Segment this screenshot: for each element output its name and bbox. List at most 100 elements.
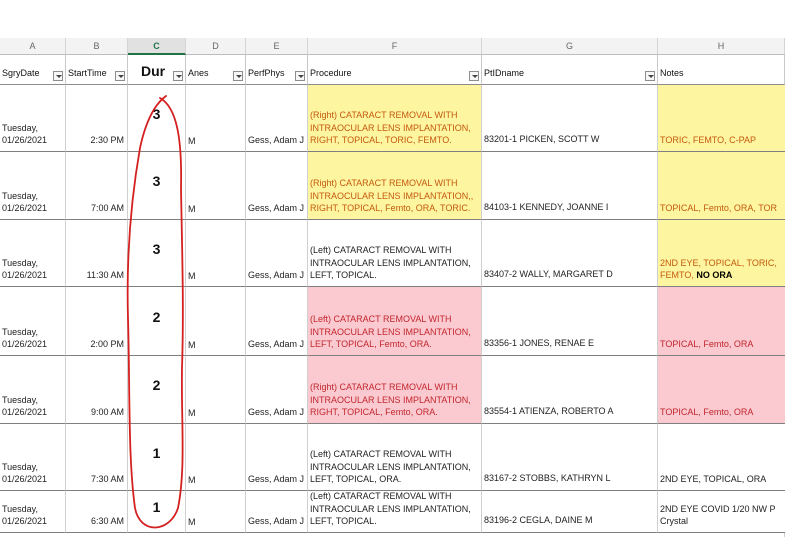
cell-anes[interactable]: M [186, 491, 246, 533]
cell-sgrydate[interactable]: Tuesday, 01/26/2021 [0, 152, 66, 220]
cell-ptidname[interactable]: 83356-1 JONES, RENAE E [482, 287, 658, 356]
spreadsheet-grid[interactable]: A B C D E F G H SgryDate StartTime Dur Anes PerfPhys… [0, 38, 785, 537]
header-ptidname[interactable]: PtIDname [482, 55, 658, 85]
cell-anes[interactable]: M [186, 85, 246, 152]
cell-perfphys[interactable]: Gess, Adam J [246, 287, 308, 356]
notes-value: TORIC, FEMTO, C-PAP [660, 135, 757, 146]
cell-dur[interactable]: 2 [128, 287, 186, 356]
cell-procedure[interactable]: (Left) CATARACT REMOVAL WITH INTRAOCULAR… [308, 220, 482, 287]
notes-value: 2ND EYE COVID 1/20 NW P Crystal [660, 503, 776, 527]
cell-sgrydate[interactable]: Tuesday, 01/26/2021 [0, 356, 66, 424]
cell-starttime[interactable]: 6:30 AM [66, 491, 128, 533]
header-anes[interactable]: Anes [186, 55, 246, 85]
anes-text: M [188, 517, 196, 528]
patient-text: 83554-1 ATIENZA, ROBERTO A [484, 406, 614, 417]
cell-notes[interactable]: 2ND EYE, TOPICAL, TORIC, FEMTO, NO ORA [658, 220, 785, 287]
patient-text: 83196-2 CEGLA, DAINE M [484, 515, 593, 526]
start-time-text: 7:30 AM [90, 474, 124, 485]
cell-dur[interactable]: 1 [128, 491, 186, 533]
cell-procedure[interactable]: (Right) CATARACT REMOVAL WITH INTRAOCULA… [308, 85, 482, 152]
cell-perfphys[interactable]: Gess, Adam J [246, 356, 308, 424]
cell-anes[interactable]: M [186, 356, 246, 424]
procedure-text: (Right) CATARACT REMOVAL WITH INTRAOCULA… [310, 381, 471, 418]
cell-procedure[interactable]: (Left) CATARACT REMOVAL WITH INTRAOCULAR… [308, 491, 482, 533]
column-letter-a[interactable]: A [0, 38, 66, 55]
column-letter-d[interactable]: D [186, 38, 246, 55]
cell-notes[interactable]: TOPICAL, Femto, ORA [658, 287, 785, 356]
filter-dropdown-button[interactable] [233, 71, 243, 81]
column-letter-b[interactable]: B [66, 38, 128, 55]
cell-notes[interactable]: TOPICAL, Femto, ORA, TOR [658, 152, 785, 220]
filter-dropdown-button[interactable] [115, 71, 125, 81]
cell-starttime[interactable]: 7:00 AM [66, 152, 128, 220]
cell-sgrydate[interactable]: Tuesday, 01/26/2021 [0, 287, 66, 356]
cell-anes[interactable]: M [186, 220, 246, 287]
cell-ptidname[interactable]: 83407-2 WALLY, MARGARET D [482, 220, 658, 287]
cell-procedure[interactable]: (Right) CATARACT REMOVAL WITH INTRAOCULA… [308, 152, 482, 220]
date-text: Tuesday, 01/26/2021 [2, 190, 47, 215]
cell-perfphys[interactable]: Gess, Adam J [246, 491, 308, 533]
cell-dur[interactable]: 2 [128, 356, 186, 424]
cell-ptidname[interactable]: 83554-1 ATIENZA, ROBERTO A [482, 356, 658, 424]
filter-dropdown-button[interactable] [645, 71, 655, 81]
cell-dur[interactable]: 3 [128, 152, 186, 220]
cell-ptidname[interactable]: 83201-1 PICKEN, SCOTT W [482, 85, 658, 152]
cell-starttime[interactable]: 11:30 AM [66, 220, 128, 287]
cell-starttime[interactable]: 2:00 PM [66, 287, 128, 356]
cell-starttime[interactable]: 9:00 AM [66, 356, 128, 424]
header-notes[interactable]: Notes [658, 55, 785, 85]
column-letter-e[interactable]: E [246, 38, 308, 55]
header-procedure[interactable]: Procedure [308, 55, 482, 85]
column-letter-f[interactable]: F [308, 38, 482, 55]
cell-procedure[interactable]: (Left) CATARACT REMOVAL WITH INTRAOCULAR… [308, 424, 482, 491]
cell-sgrydate[interactable]: Tuesday, 01/26/2021 [0, 85, 66, 152]
column-letter-h[interactable]: H [658, 38, 785, 55]
cell-sgrydate[interactable]: Tuesday, 01/26/2021 [0, 424, 66, 491]
header-label: PerfPhys [248, 68, 285, 78]
cell-ptidname[interactable]: 83167-2 STOBBS, KATHRYN L [482, 424, 658, 491]
cell-perfphys[interactable]: Gess, Adam J [246, 152, 308, 220]
cell-sgrydate[interactable]: Tuesday, 01/26/2021 [0, 220, 66, 287]
cell-ptidname[interactable]: 83196-2 CEGLA, DAINE M [482, 491, 658, 533]
cell-anes[interactable]: M [186, 287, 246, 356]
header-sgrydate[interactable]: SgryDate [0, 55, 66, 85]
cell-notes[interactable]: 2ND EYE COVID 1/20 NW P Crystal [658, 491, 785, 533]
header-starttime[interactable]: StartTime [66, 55, 128, 85]
physician-text: Gess, Adam J [248, 203, 305, 214]
start-time-text: 11:30 AM [86, 270, 124, 281]
cell-procedure[interactable]: (Right) CATARACT REMOVAL WITH INTRAOCULA… [308, 356, 482, 424]
notes-value: TOPICAL, Femto, ORA, TOR [660, 203, 778, 214]
column-letter-g[interactable]: G [482, 38, 658, 55]
cell-anes[interactable]: M [186, 424, 246, 491]
cell-dur[interactable]: 3 [128, 85, 186, 152]
cell-notes[interactable]: 2ND EYE, TOPICAL, ORA [658, 424, 785, 491]
cell-sgrydate[interactable]: Tuesday, 01/26/2021 [0, 491, 66, 533]
start-time-text: 7:00 AM [90, 203, 124, 214]
cell-procedure[interactable]: (Left) CATARACT REMOVAL WITH INTRAOCULAR… [308, 287, 482, 356]
start-time-text: 9:00 AM [90, 407, 124, 418]
cell-notes[interactable]: TORIC, FEMTO, C-PAP [658, 85, 785, 152]
cell-starttime[interactable]: 2:30 PM [66, 85, 128, 152]
cell-notes[interactable]: TOPICAL, Femto, ORA [658, 356, 785, 424]
column-letter-c[interactable]: C [128, 38, 186, 55]
header-perfphys[interactable]: PerfPhys [246, 55, 308, 85]
date-text: Tuesday, 01/26/2021 [2, 326, 47, 351]
filter-dropdown-button[interactable] [469, 71, 479, 81]
notes-text: TORIC, FEMTO, C-PAP [660, 134, 756, 147]
cell-perfphys[interactable]: Gess, Adam J [246, 85, 308, 152]
filter-dropdown-button[interactable] [295, 71, 305, 81]
cell-ptidname[interactable]: 84103-1 KENNEDY, JOANNE I [482, 152, 658, 220]
date-day: Tuesday, [2, 394, 39, 405]
cell-perfphys[interactable]: Gess, Adam J [246, 220, 308, 287]
cell-anes[interactable]: M [186, 152, 246, 220]
date-day: Tuesday, [2, 190, 39, 201]
filter-dropdown-button[interactable] [173, 71, 183, 81]
cell-starttime[interactable]: 7:30 AM [66, 424, 128, 491]
filter-dropdown-button[interactable] [53, 71, 63, 81]
cell-dur[interactable]: 3 [128, 220, 186, 287]
header-dur[interactable]: Dur [128, 55, 186, 85]
cell-dur[interactable]: 1 [128, 424, 186, 491]
duration-value: 1 [152, 444, 161, 461]
cell-perfphys[interactable]: Gess, Adam J [246, 424, 308, 491]
anes-text: M [188, 475, 196, 486]
